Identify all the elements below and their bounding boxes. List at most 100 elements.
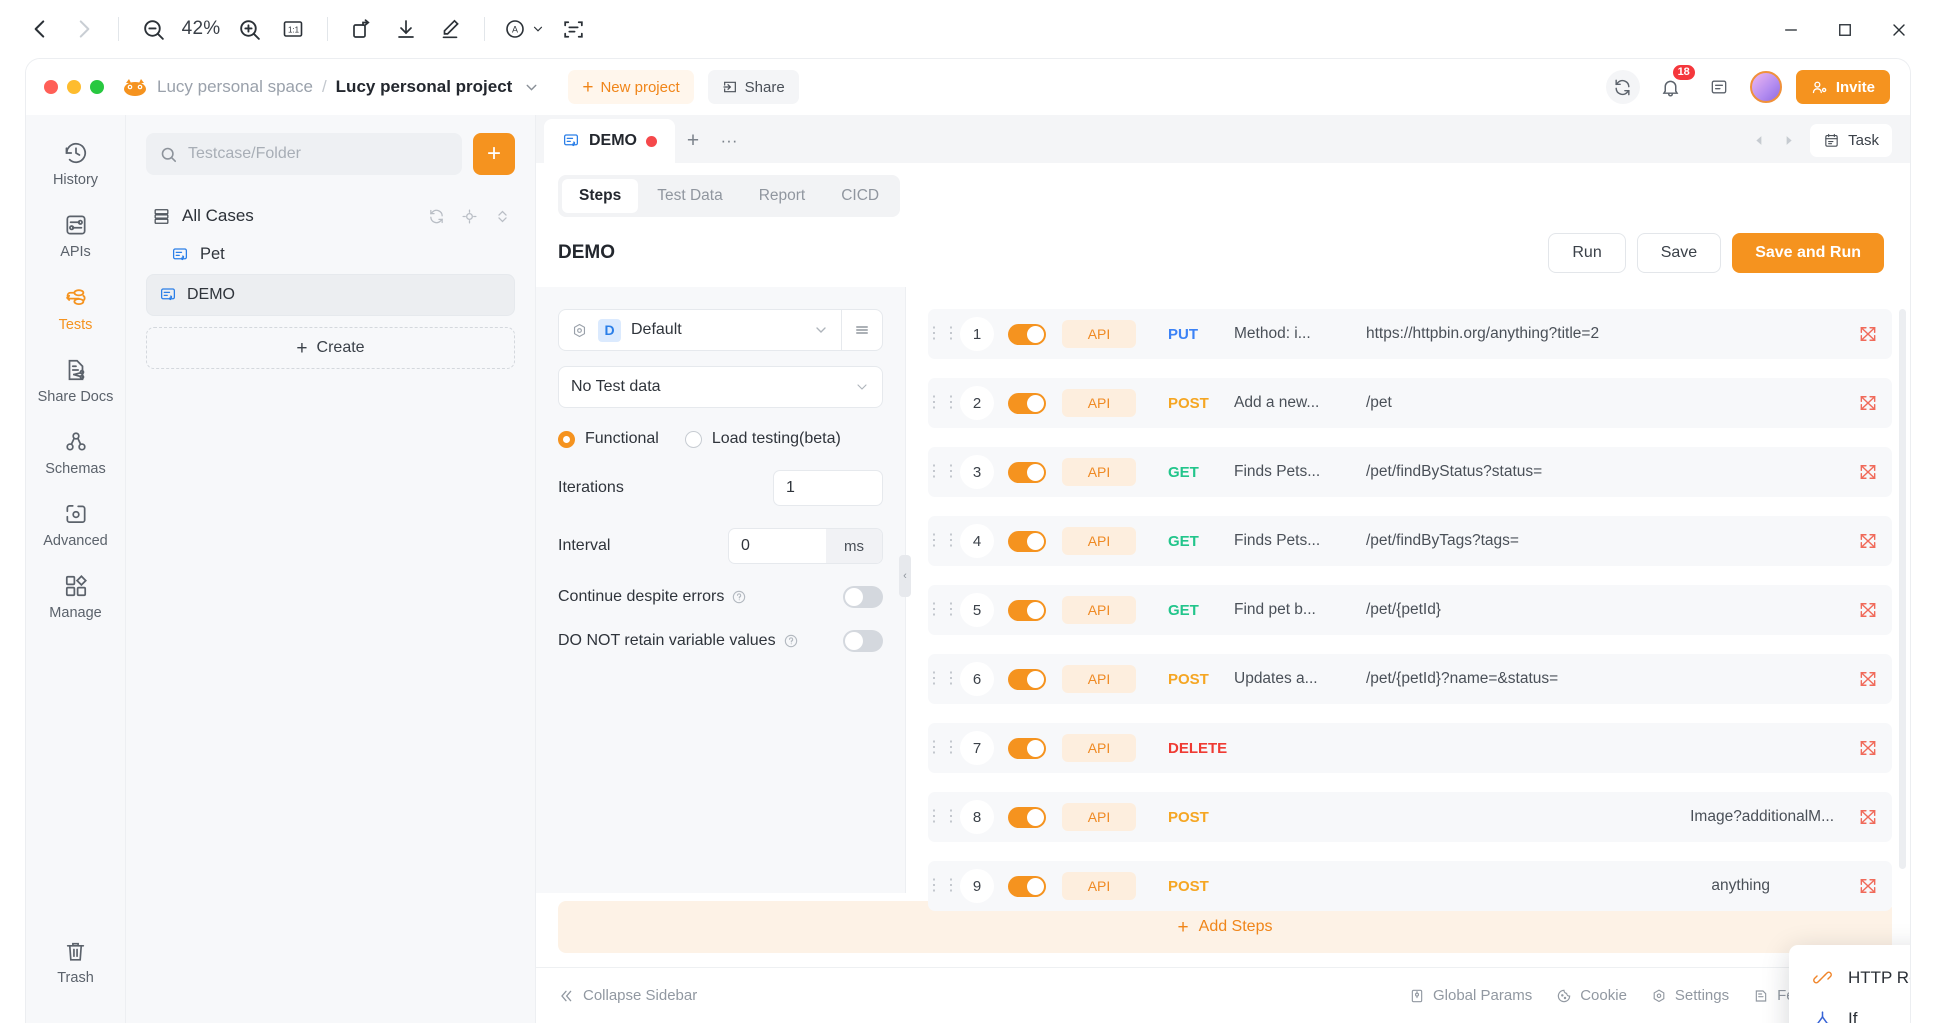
step-enable-toggle[interactable] — [1008, 599, 1046, 621]
close-button[interactable] — [1872, 7, 1926, 53]
step-enable-toggle[interactable] — [1008, 875, 1046, 897]
document-tab-demo[interactable]: DEMO — [544, 119, 675, 163]
step-enable-toggle[interactable] — [1008, 737, 1046, 759]
tab-cicd[interactable]: CICD — [824, 179, 896, 213]
step-link-icon[interactable] — [1858, 462, 1878, 482]
actual-size-icon[interactable]: 1:1 — [271, 7, 315, 51]
step-link-icon[interactable] — [1858, 738, 1878, 758]
continue-toggle[interactable] — [843, 586, 883, 608]
sidebar-item-share-docs[interactable]: Share Docs — [34, 348, 118, 411]
search-box[interactable] — [146, 133, 462, 175]
tab-steps[interactable]: Steps — [562, 179, 639, 213]
chevron-down-icon[interactable] — [523, 79, 540, 96]
task-button[interactable]: Task — [1810, 124, 1892, 157]
new-tab-button[interactable]: + — [675, 119, 711, 163]
forward-button[interactable] — [62, 7, 106, 51]
sync-icon[interactable] — [1605, 70, 1640, 104]
rotate-icon[interactable] — [340, 7, 384, 51]
table-row[interactable]: ⋮⋮ 7 API DELETE — [926, 723, 1892, 773]
radio-functional[interactable]: Functional — [558, 430, 659, 448]
drag-handle-icon[interactable]: ⋮⋮ — [926, 671, 959, 687]
sidebar-item-advanced[interactable]: Advanced — [34, 492, 118, 555]
help-icon[interactable] — [783, 633, 799, 649]
sidebar-item-trash[interactable]: Trash — [34, 930, 118, 992]
table-row[interactable]: ⋮⋮ 9 API POST anything — [926, 861, 1892, 911]
step-link-icon[interactable] — [1858, 324, 1878, 344]
table-row[interactable]: ⋮⋮ 5 API GET Find pet b... /pet/{petId} — [926, 585, 1892, 635]
add-testcase-button[interactable]: + — [473, 133, 515, 175]
auto-fit-icon[interactable]: A — [497, 7, 551, 51]
tree-node-pet[interactable]: Pet — [146, 235, 515, 274]
menu-item-if[interactable]: If — [1789, 998, 1910, 1023]
sidebar-item-schemas[interactable]: Schemas — [34, 420, 118, 483]
back-button[interactable] — [18, 7, 62, 51]
collapse-sidebar-button[interactable]: Collapse Sidebar — [558, 987, 697, 1004]
sidebar-item-tests[interactable]: Tests — [34, 275, 118, 339]
share-button[interactable]: Share — [707, 70, 799, 104]
notes-icon[interactable] — [1702, 70, 1736, 104]
drag-handle-icon[interactable]: ⋮⋮ — [926, 395, 959, 411]
interval-input[interactable]: 0 ms — [728, 528, 883, 564]
sidebar-item-manage[interactable]: Manage — [34, 564, 118, 627]
user-avatar[interactable] — [1749, 71, 1782, 103]
tab-overflow-button[interactable]: ··· — [711, 119, 747, 163]
search-input[interactable] — [188, 145, 449, 163]
drag-handle-icon[interactable]: ⋮⋮ — [926, 326, 959, 342]
breadcrumb-workspace[interactable]: Lucy personal space — [157, 77, 313, 97]
radio-load-testing[interactable]: Load testing(beta) — [684, 430, 841, 448]
step-link-icon[interactable] — [1858, 600, 1878, 620]
table-row[interactable]: ⋮⋮ 1 API PUT Method: i... https://httpbi… — [926, 309, 1892, 359]
minimize-button[interactable] — [1764, 7, 1818, 53]
drag-handle-icon[interactable]: ⋮⋮ — [926, 533, 959, 549]
invite-button[interactable]: Invite — [1795, 70, 1890, 104]
new-project-button[interactable]: + New project — [568, 70, 694, 104]
zoom-in-button[interactable] — [227, 7, 271, 51]
step-enable-toggle[interactable] — [1008, 668, 1046, 690]
refresh-icon[interactable] — [428, 208, 445, 225]
drag-handle-icon[interactable]: ⋮⋮ — [926, 740, 959, 756]
download-icon[interactable] — [384, 7, 428, 51]
iterations-input[interactable]: 1 — [773, 470, 883, 506]
global-params-button[interactable]: Global Params — [1409, 987, 1532, 1004]
drag-handle-icon[interactable]: ⋮⋮ — [926, 602, 959, 618]
help-icon[interactable] — [731, 589, 747, 605]
tree-node-demo[interactable]: DEMO — [146, 274, 515, 316]
step-enable-toggle[interactable] — [1008, 323, 1046, 345]
step-link-icon[interactable] — [1858, 531, 1878, 551]
save-button[interactable]: Save — [1636, 233, 1722, 273]
drag-handle-icon[interactable]: ⋮⋮ — [926, 878, 959, 894]
minimize-dot[interactable] — [67, 80, 81, 94]
step-enable-toggle[interactable] — [1008, 530, 1046, 552]
maximize-button[interactable] — [1818, 7, 1872, 53]
table-row[interactable]: ⋮⋮ 2 API POST Add a new... /pet — [926, 378, 1892, 428]
annotate-pencil-icon[interactable] — [428, 7, 472, 51]
save-and-run-button[interactable]: Save and Run — [1732, 233, 1884, 273]
step-enable-toggle[interactable] — [1008, 392, 1046, 414]
environment-manage-button[interactable] — [841, 309, 883, 351]
zoom-dot[interactable] — [90, 80, 104, 94]
test-data-select[interactable]: No Test data — [558, 366, 883, 408]
tab-test-data[interactable]: Test Data — [640, 179, 739, 213]
menu-item-http-requests[interactable]: HTTP Requests — [1789, 957, 1910, 998]
steps-scrollbar[interactable] — [1899, 309, 1906, 869]
table-row[interactable]: ⋮⋮ 6 API POST Updates a... /pet/{petId}?… — [926, 654, 1892, 704]
step-enable-toggle[interactable] — [1008, 806, 1046, 828]
retain-toggle[interactable] — [843, 630, 883, 652]
extract-text-icon[interactable] — [551, 7, 595, 51]
breadcrumb-project[interactable]: Lucy personal project — [336, 77, 513, 97]
create-testcase-button[interactable]: + Create — [146, 327, 515, 369]
tab-report[interactable]: Report — [742, 179, 823, 213]
table-row[interactable]: ⋮⋮ 3 API GET Finds Pets... /pet/findBySt… — [926, 447, 1892, 497]
sidebar-item-history[interactable]: History — [34, 131, 118, 194]
sort-icon[interactable] — [494, 208, 511, 225]
step-link-icon[interactable] — [1858, 807, 1878, 827]
drag-handle-icon[interactable]: ⋮⋮ — [926, 809, 959, 825]
drag-handle-icon[interactable]: ⋮⋮ — [926, 464, 959, 480]
run-button[interactable]: Run — [1548, 233, 1626, 273]
locate-icon[interactable] — [461, 208, 478, 225]
table-row[interactable]: ⋮⋮ 4 API GET Finds Pets... /pet/findByTa… — [926, 516, 1892, 566]
close-dot[interactable] — [44, 80, 58, 94]
settings-button[interactable]: Settings — [1651, 987, 1729, 1004]
sidebar-item-apis[interactable]: APIs — [34, 203, 118, 266]
step-link-icon[interactable] — [1858, 876, 1878, 896]
